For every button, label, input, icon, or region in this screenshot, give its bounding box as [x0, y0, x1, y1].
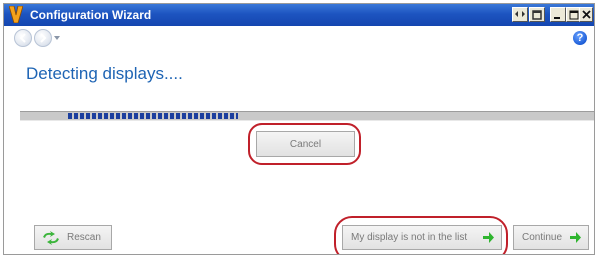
progress-bar	[20, 111, 594, 121]
minimize-icon[interactable]	[550, 7, 566, 22]
page-title: Detecting displays....	[26, 64, 183, 83]
not-listed-highlight-circle	[334, 216, 508, 254]
configuration-wizard-window: Configuration Wizard ? Detecting display…	[3, 3, 595, 255]
forward-arrow-icon[interactable]	[34, 29, 52, 47]
window-title: Configuration Wizard	[30, 8, 152, 22]
restore-small-icon[interactable]	[512, 7, 528, 22]
title-bar[interactable]: Configuration Wizard	[4, 4, 594, 26]
cancel-highlight-circle	[248, 123, 361, 165]
navigation-bar: ?	[4, 26, 594, 50]
nav-dropdown-icon[interactable]	[54, 36, 60, 40]
continue-button[interactable]: Continue	[513, 225, 589, 250]
tile-icon[interactable]	[529, 7, 545, 22]
refresh-arrows-icon	[43, 230, 59, 245]
v-logo-icon	[9, 6, 23, 23]
rescan-button[interactable]: Rescan	[34, 225, 112, 250]
right-arrow-icon	[570, 232, 581, 243]
close-icon[interactable]	[579, 7, 593, 22]
continue-label: Continue	[522, 232, 563, 243]
back-arrow-icon[interactable]	[14, 29, 32, 47]
help-icon[interactable]: ?	[573, 31, 587, 45]
progress-indicator	[68, 113, 238, 119]
rescan-label: Rescan	[67, 232, 101, 243]
